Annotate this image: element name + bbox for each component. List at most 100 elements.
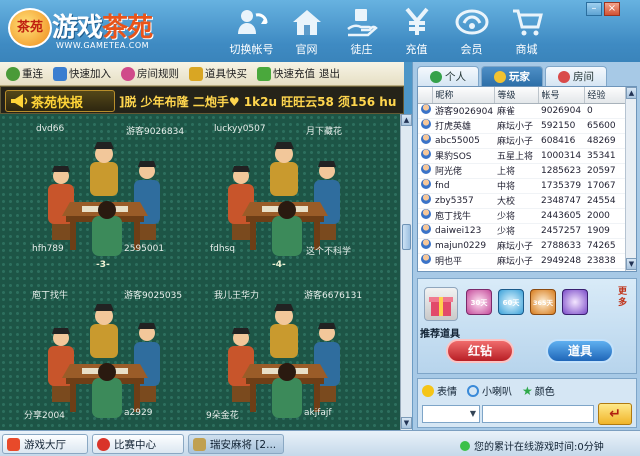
seat-player-name[interactable]: 9朵金花 [206,408,239,421]
props-button[interactable]: 道具 [546,339,614,363]
horn-button[interactable]: 小喇叭 [467,383,512,398]
table-row[interactable]: 庖丁找牛 少将 2443605 2000 [418,208,626,224]
seat-player-name[interactable]: dvd66 [36,124,64,134]
player-list-scrollbar[interactable]: ▲ ▼ [625,87,636,271]
red-diamond-button[interactable]: 红钻 [446,339,514,363]
table-row[interactable]: abc55005 麻坛小子 608416 48269 [418,133,626,149]
smiley-icon [422,384,434,397]
quick-recharge-button[interactable]: 快速充值 [257,66,315,81]
star-icon: ★ [522,383,533,398]
table-row[interactable]: 明也平 麻坛小子 2949248 23838 [418,253,626,269]
prop-buy-button[interactable]: 道具快买 [189,66,247,81]
game-table-6[interactable] [210,302,360,420]
tab-match-center[interactable]: 比赛中心 [92,434,184,454]
tab-personal[interactable]: 个人 [417,66,479,86]
seat-player-name[interactable]: 游客9026834 [126,124,184,137]
column-header[interactable]: 帐号 [538,87,585,104]
avatar-icon [421,149,431,159]
color-button[interactable]: ★ 颜色 [522,383,555,399]
seat-player-name[interactable]: 庖丁找牛 [32,288,68,301]
window-controls: – × [586,2,620,16]
seat-player-name[interactable]: 游客6676131 [304,288,362,301]
avatar-icon [421,134,431,144]
tab-mahjong-room[interactable]: 瑞安麻将 [2... [188,434,284,454]
scroll-down-button[interactable]: ▼ [401,417,412,429]
seat-player-name[interactable]: a2929 [124,408,152,418]
column-header[interactable]: 经验 [584,87,627,104]
prop-badge-30[interactable]: 30天 [466,289,492,315]
more-props-link[interactable]: 更多 [618,287,630,309]
avatar-icon [421,254,431,264]
quick-join-button[interactable]: 快速加入 [53,66,111,81]
table-row[interactable]: fnd 中将 1735379 17067 [418,178,626,194]
room-rules-button[interactable]: 房间规则 [121,66,179,81]
room-rules-icon [121,66,135,81]
game-table-5[interactable] [30,302,180,420]
game-table-3[interactable] [30,140,180,258]
scroll-thumb[interactable] [402,224,411,250]
prop-badge-365[interactable]: 365天 [530,289,556,315]
game-table-4[interactable] [210,140,360,258]
seat-player-name[interactable]: 分享2004 [24,408,65,421]
nav-shop-hand[interactable]: 徒庄 [334,4,389,60]
send-button[interactable]: ↵ [598,403,632,425]
seat-player-name[interactable]: luckyy0507 [214,124,266,134]
nav-switch-account[interactable]: 切换帐号 [224,4,279,60]
table-row[interactable]: 果豹SOS 五星上将 1000314 35341 [418,148,626,164]
seat-player-name[interactable]: 2595001 [124,244,164,254]
nav-recharge[interactable]: 充值 [389,4,444,60]
seat-player-name[interactable]: 月下藏花 [306,124,342,137]
toolbar-label: 快速加入 [69,68,111,80]
nav-member[interactable]: 会员 [444,4,499,60]
player-table: 昵称 等级 帐号 经验 游客9026904 麻雀 9026904 0 打虎英雄 麻坛小子 5… [418,87,627,269]
scroll-up-button[interactable]: ▲ [626,87,636,99]
room-scrollbar[interactable]: ▲ ▼ [400,114,412,430]
prop-badge-60[interactable]: 60天 [498,289,524,315]
emoji-button[interactable]: 表情 [422,383,457,398]
nav-mall[interactable]: 商城 [499,4,554,60]
scroll-down-button[interactable]: ▼ [626,258,636,270]
table-cell: 592150 [538,118,584,134]
tab-game-lobby[interactable]: 游戏大厅 [2,434,88,454]
scroll-up-button[interactable]: ▲ [401,114,412,126]
online-time: 您的累计在线游戏时间:0分钟 [460,438,604,453]
table-cell: 大校 [494,193,538,209]
seat-player-name[interactable]: fdhsq [210,244,235,254]
table-cell: 1000314 [538,148,584,164]
seat-player-name[interactable]: 游客9025035 [124,288,182,301]
column-header[interactable]: 等级 [494,87,539,104]
nav-home[interactable]: 官网 [279,4,334,60]
nav-label: 切换帐号 [229,43,274,56]
nav-label: 徒庄 [350,43,373,56]
tab-room[interactable]: 房间 [545,66,607,86]
table-row[interactable]: 游客9026904 麻雀 9026904 0 [418,103,626,119]
table-row[interactable]: zby5357 大校 2348747 24554 [418,193,626,209]
chat-input[interactable] [482,405,594,423]
table-cell: 少将 [494,208,538,224]
table-row[interactable]: 打虎英雄 麻坛小子 592150 65600 [418,118,626,134]
prop-item-icon[interactable] [562,289,588,315]
switch-account-icon [235,6,269,38]
seat-player-name[interactable]: 这个不科学 [306,244,351,257]
seat-player-name[interactable]: akjfajf [304,408,332,418]
table-row[interactable]: 阿光佬 上将 1285623 20597 [418,163,626,179]
exit-button[interactable]: 退出 [319,66,340,81]
table-row[interactable]: daiwei123 少将 2457257 1909 [418,223,626,239]
seat-player-name[interactable]: 我儿王华力 [214,288,259,301]
player-avatar [418,223,432,239]
minimize-button[interactable]: – [586,2,602,16]
prop-buy-icon [189,66,203,81]
close-button[interactable]: × [604,2,620,16]
nav-label: 官网 [295,43,318,56]
table-row[interactable]: majun0229 麻坛小子 2788633 74265 [418,238,626,254]
player-avatar [418,103,432,119]
online-status-icon [460,440,470,451]
reconnect-button[interactable]: 重连 [6,66,43,81]
column-header[interactable]: 昵称 [432,87,495,104]
seat-player-name[interactable]: hfh789 [32,244,64,254]
lobby-icon [7,437,20,451]
chat-target-select[interactable]: ▼ [422,405,480,423]
tab-players[interactable]: 玩家 [481,66,543,86]
table-cell: 少将 [494,223,538,239]
players-icon [494,70,506,83]
